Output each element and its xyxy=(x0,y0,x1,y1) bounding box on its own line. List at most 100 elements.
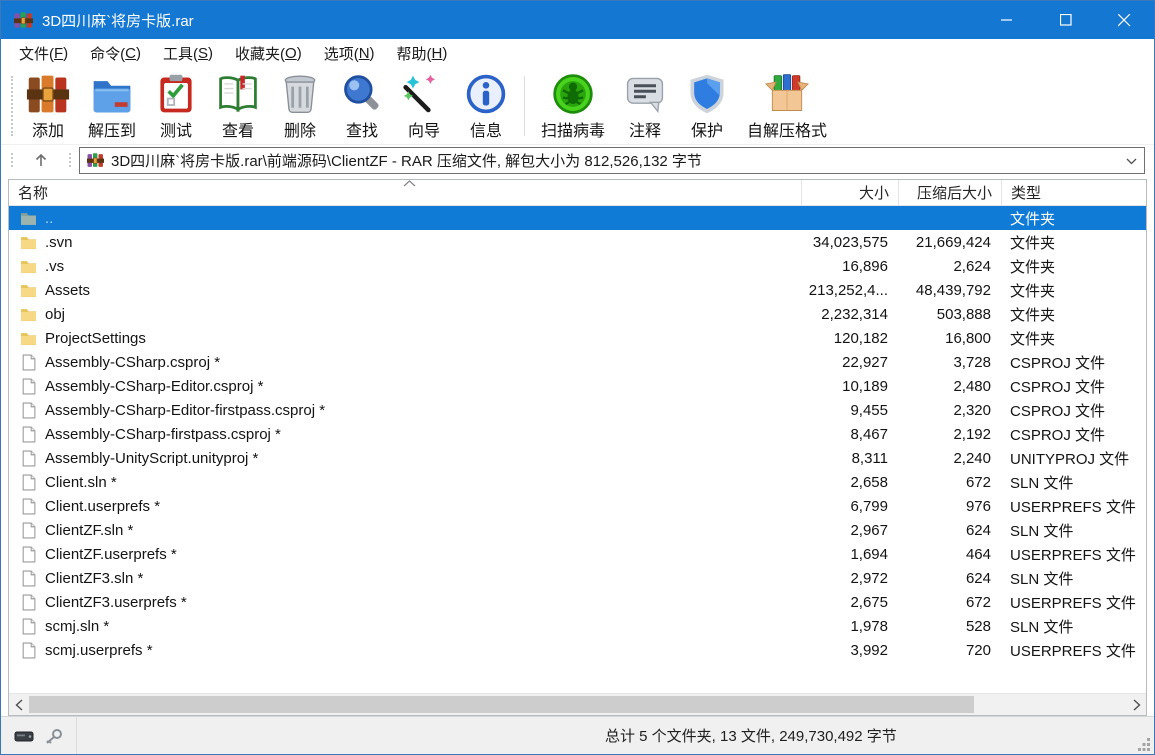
up-one-level-button[interactable] xyxy=(21,147,61,173)
table-row[interactable]: .vs16,8962,624文件夹 xyxy=(9,254,1146,278)
table-row[interactable]: Assembly-UnityScript.unityproj *8,3112,2… xyxy=(9,446,1146,470)
file-type: CSPROJ 文件 xyxy=(1001,376,1146,397)
file-icon xyxy=(20,618,37,635)
sfx-button[interactable]: 自解压格式 xyxy=(738,70,836,143)
minimize-button[interactable] xyxy=(977,1,1036,39)
table-row[interactable]: Assembly-CSharp.csproj *22,9273,728CSPRO… xyxy=(9,350,1146,374)
column-headers: 名称大小压缩后大小类型 xyxy=(9,180,1146,206)
chevron-down-icon[interactable] xyxy=(1126,152,1137,169)
file-type: 文件夹 xyxy=(1001,256,1146,277)
folder-up-icon xyxy=(20,210,37,227)
maximize-button[interactable] xyxy=(1036,1,1095,39)
table-row[interactable]: Client.sln *2,658672SLN 文件 xyxy=(9,470,1146,494)
file-type: USERPREFS 文件 xyxy=(1001,640,1146,661)
horizontal-scrollbar[interactable] xyxy=(9,693,1146,715)
file-type: 文件夹 xyxy=(1001,208,1146,229)
file-name: Client.userprefs * xyxy=(45,498,160,515)
toolbar-label: 扫描病毒 xyxy=(541,117,605,141)
file-type: 文件夹 xyxy=(1001,304,1146,325)
toolbar-label: 解压到 xyxy=(88,117,136,141)
file-type: UNITYPROJ 文件 xyxy=(1001,448,1146,469)
add-button[interactable]: 添加 xyxy=(17,70,79,143)
scrollbar-thumb[interactable] xyxy=(29,696,974,713)
find-button[interactable]: 查找 xyxy=(331,70,393,143)
scroll-left-icon[interactable] xyxy=(9,694,28,715)
file-name: .svn xyxy=(45,234,73,251)
table-row[interactable]: ProjectSettings120,18216,800文件夹 xyxy=(9,326,1146,350)
file-icon xyxy=(20,570,37,587)
toolbar-label: 查找 xyxy=(346,117,378,141)
toolbar-label: 删除 xyxy=(284,117,316,141)
table-row[interactable]: scmj.userprefs *3,992720USERPREFS 文件 xyxy=(9,638,1146,662)
address-gripper[interactable] xyxy=(11,153,13,167)
resize-grip[interactable] xyxy=(1138,738,1151,751)
key-icon[interactable] xyxy=(43,728,63,744)
table-row[interactable]: .svn34,023,57521,669,424文件夹 xyxy=(9,230,1146,254)
menu-item-options[interactable]: 选项(N) xyxy=(313,39,386,68)
file-icon xyxy=(20,402,37,419)
comment-bubble-icon xyxy=(623,72,667,116)
menu-item-favorites[interactable]: 收藏夹(O) xyxy=(224,39,313,68)
toolbar-gripper[interactable] xyxy=(11,76,13,136)
menu-item-help[interactable]: 帮助(H) xyxy=(386,39,459,68)
file-icon xyxy=(20,426,37,443)
table-row[interactable]: ClientZF3.userprefs *2,675672USERPREFS 文… xyxy=(9,590,1146,614)
winrar-app-icon xyxy=(14,11,33,30)
table-row[interactable]: Client.userprefs *6,799976USERPREFS 文件 xyxy=(9,494,1146,518)
file-name: Assembly-CSharp-Editor.csproj * xyxy=(45,378,263,395)
table-row[interactable]: Assembly-CSharp-firstpass.csproj *8,4672… xyxy=(9,422,1146,446)
scan-virus-button[interactable]: 扫描病毒 xyxy=(532,70,614,143)
wizard-button[interactable]: 向导 xyxy=(393,70,455,143)
scroll-right-icon[interactable] xyxy=(1127,694,1146,715)
file-name: ClientZF.sln * xyxy=(45,522,133,539)
menu-item-commands[interactable]: 命令(C) xyxy=(79,39,152,68)
file-size: 120,182 xyxy=(801,330,898,347)
view-button[interactable]: 查看 xyxy=(207,70,269,143)
test-clipboard-icon xyxy=(154,72,198,116)
close-button[interactable] xyxy=(1095,1,1154,39)
column-header-size[interactable]: 大小 xyxy=(801,180,898,205)
column-header-type[interactable]: 类型 xyxy=(1001,180,1146,205)
protect-shield-icon xyxy=(685,72,729,116)
test-button[interactable]: 测试 xyxy=(145,70,207,143)
table-row[interactable]: Assets213,252,4...48,439,792文件夹 xyxy=(9,278,1146,302)
column-header-packed[interactable]: 压缩后大小 xyxy=(898,180,1001,205)
table-row[interactable]: ..文件夹 xyxy=(9,206,1146,230)
winrar-books-icon xyxy=(26,72,70,116)
table-row[interactable]: Assembly-CSharp-Editor-firstpass.csproj … xyxy=(9,398,1146,422)
window-controls xyxy=(977,1,1154,39)
table-row[interactable]: scmj.sln *1,978528SLN 文件 xyxy=(9,614,1146,638)
toolbar-label: 测试 xyxy=(160,117,192,141)
table-row[interactable]: Assembly-CSharp-Editor.csproj *10,1892,4… xyxy=(9,374,1146,398)
file-type: 文件夹 xyxy=(1001,328,1146,349)
table-row[interactable]: ClientZF.userprefs *1,694464USERPREFS 文件 xyxy=(9,542,1146,566)
info-button[interactable]: 信息 xyxy=(455,70,517,143)
file-icon xyxy=(20,546,37,563)
menu-item-file[interactable]: 文件(F) xyxy=(8,39,79,68)
file-size: 2,967 xyxy=(801,522,898,539)
table-row[interactable]: ClientZF.sln *2,967624SLN 文件 xyxy=(9,518,1146,542)
table-row[interactable]: obj2,232,314503,888文件夹 xyxy=(9,302,1146,326)
address-gripper2[interactable] xyxy=(69,153,71,167)
address-combobox[interactable]: 3D四川麻`将房卡版.rar\前端源码\ClientZF - RAR 压缩文件,… xyxy=(79,147,1145,174)
toolbar-label: 向导 xyxy=(408,117,440,141)
extract-to-button[interactable]: 解压到 xyxy=(79,70,145,143)
delete-button[interactable]: 删除 xyxy=(269,70,331,143)
file-type: SLN 文件 xyxy=(1001,616,1146,637)
window-title: 3D四川麻`将房卡版.rar xyxy=(42,10,194,31)
file-size: 8,311 xyxy=(801,450,898,467)
packed-size: 2,480 xyxy=(898,378,1001,395)
packed-size: 720 xyxy=(898,642,1001,659)
file-name: .vs xyxy=(45,258,64,275)
file-type: SLN 文件 xyxy=(1001,472,1146,493)
file-name: scmj.sln * xyxy=(45,618,109,635)
protect-button[interactable]: 保护 xyxy=(676,70,738,143)
table-row[interactable]: ClientZF3.sln *2,972624SLN 文件 xyxy=(9,566,1146,590)
packed-size: 2,240 xyxy=(898,450,1001,467)
file-list-panel: 名称大小压缩后大小类型 ..文件夹.svn34,023,57521,669,42… xyxy=(8,179,1147,716)
toolbar-separator xyxy=(524,76,525,136)
drive-icon[interactable] xyxy=(14,728,34,744)
file-name-cell: Assembly-CSharp-Editor-firstpass.csproj … xyxy=(9,402,801,419)
menu-item-tools[interactable]: 工具(S) xyxy=(152,39,224,68)
comment-button[interactable]: 注释 xyxy=(614,70,676,143)
